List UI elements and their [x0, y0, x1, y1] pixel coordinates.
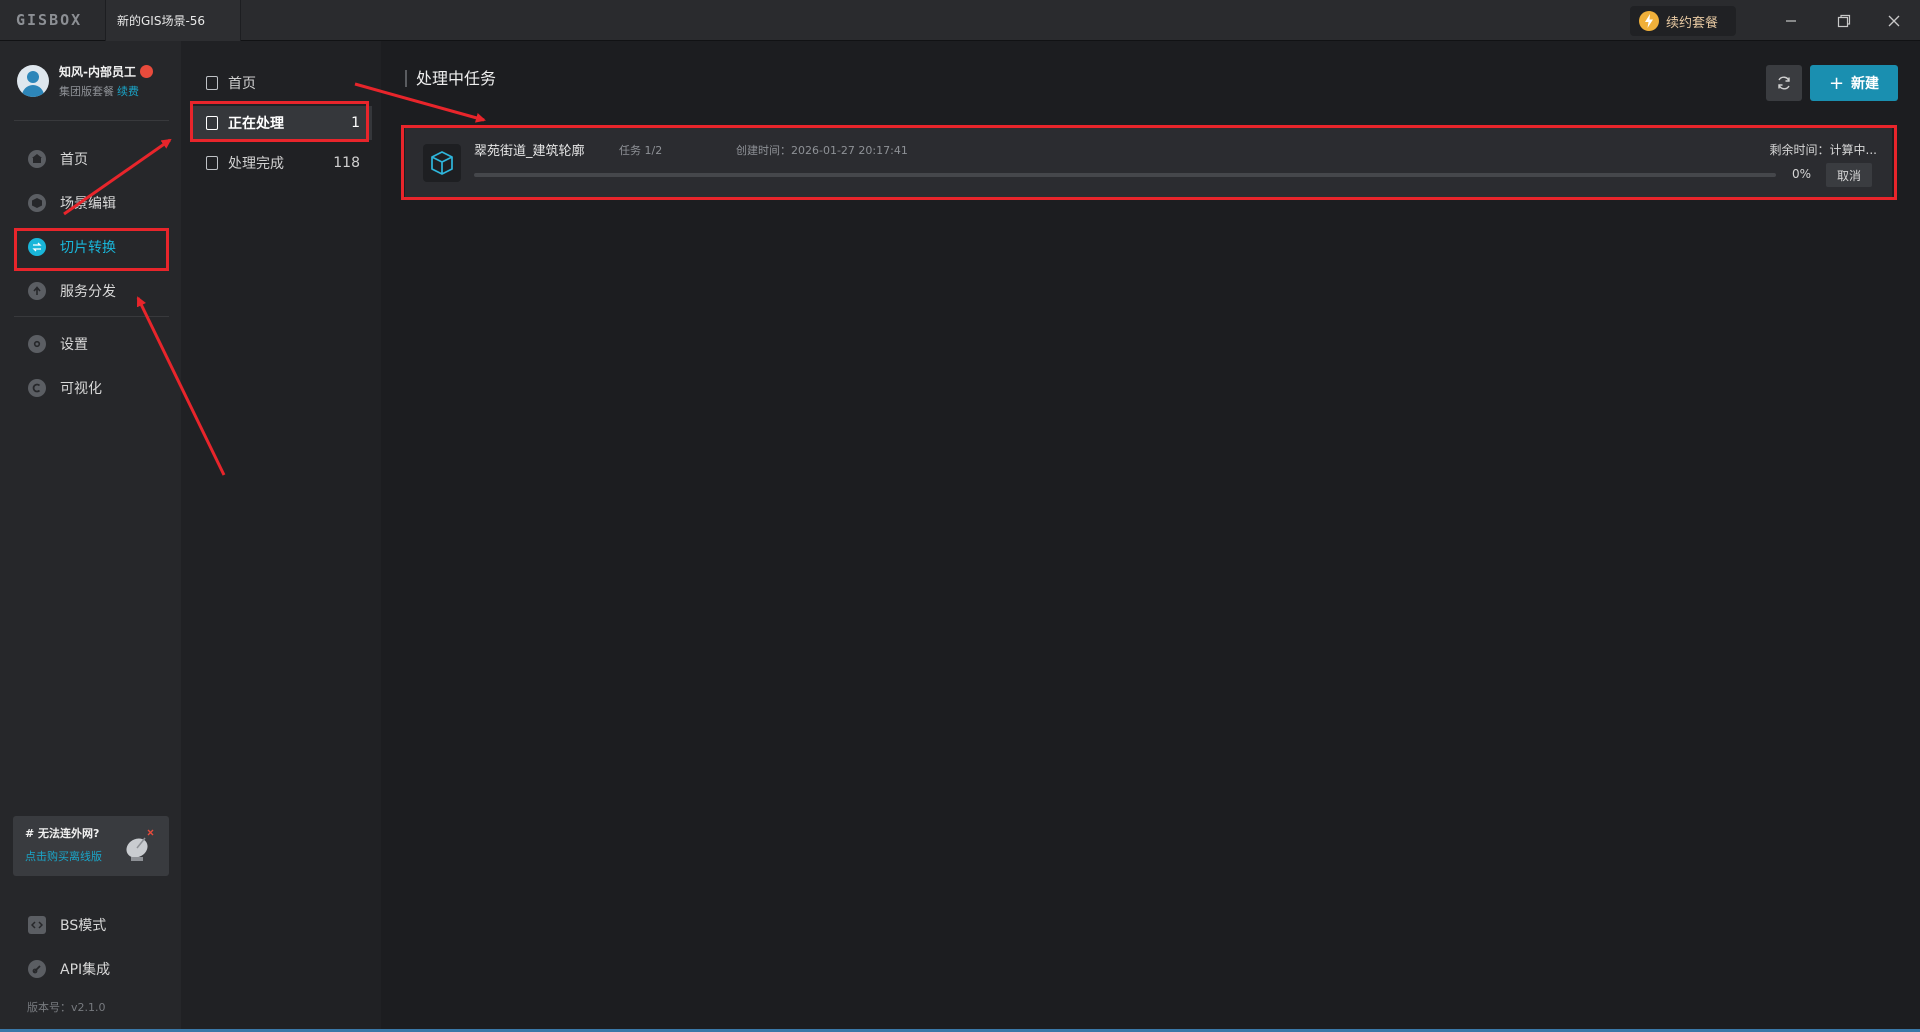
arrow-to-task [354, 82, 486, 123]
arrow-to-processing [63, 138, 172, 216]
app-window: GISBOX 新的GIS场景-56 续约套餐 知风-内部员工 集团版套餐续费 [0, 0, 1920, 1032]
arrow-to-tile-convert [136, 296, 226, 476]
annotation-arrows [63, 82, 486, 476]
